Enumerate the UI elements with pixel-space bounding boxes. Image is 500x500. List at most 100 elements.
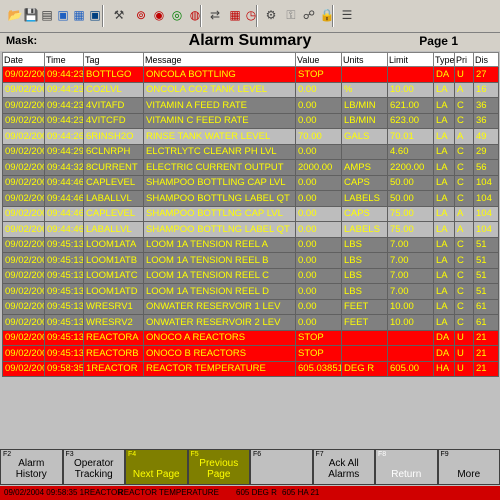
- alarm-row[interactable]: 09/02/200409:45:13REACTORBONOCO B REACTO…: [2, 345, 499, 362]
- alarm-type-cell: LA: [433, 267, 455, 284]
- function-key-number: F3: [65, 451, 74, 458]
- alarm-distribution-cell: 36: [473, 97, 499, 114]
- alarm-message-cell: VITAMIN C FEED RATE: [143, 112, 296, 129]
- alarm-row[interactable]: 09/02/200409:45:13LOOM1ATCLOOM 1A TENSIO…: [2, 267, 499, 284]
- return-button[interactable]: F8 Return: [375, 449, 438, 485]
- alarm-limit-cell: [387, 345, 434, 362]
- alarm-value-cell: 0.00: [295, 267, 342, 284]
- alarm-row[interactable]: 09/02/200409:44:46CAPLEVELSHAMPOO BOTTLN…: [2, 205, 499, 222]
- alarm-history-button[interactable]: F2 Alarm History: [0, 449, 63, 485]
- tools-icon[interactable]: ⚙: [262, 6, 280, 24]
- alarm-row[interactable]: 09/02/200409:44:46CAPLEVELSHAMPOO BOTTLI…: [2, 174, 499, 191]
- alarm-priority-cell: C: [454, 143, 474, 160]
- alarm-tag-cell: 4VITCFD: [83, 112, 144, 129]
- alarm-row[interactable]: 09/02/200409:45:13REACTORAONOCO A REACTO…: [2, 329, 499, 346]
- column-header-pri[interactable]: Pri: [454, 52, 474, 67]
- operator-tracking-button[interactable]: F3 Operator Tracking: [62, 449, 125, 485]
- alarm-tag-cell: LOOM1ATA: [83, 236, 144, 253]
- alarm-value-cell: 0.00: [295, 81, 342, 98]
- more-button[interactable]: F9 More: [437, 449, 500, 485]
- alarm-units-cell: LBS: [341, 267, 388, 284]
- column-header-dis[interactable]: Dis: [473, 52, 499, 67]
- column-header-limit[interactable]: Limit: [387, 52, 434, 67]
- next-page-button[interactable]: F4 Next Page: [125, 449, 188, 485]
- alarm-distribution-cell: 51: [473, 252, 499, 269]
- alarm-row[interactable]: 09/02/200409:44:23BOTTLGOONCOLA BOTTLING…: [2, 66, 499, 83]
- alarm-value-cell: 0.00: [295, 190, 342, 207]
- alarm-type-cell: LA: [433, 298, 455, 315]
- alarm-row[interactable]: 09/02/200409:44:23CO2LVLONCOLA CO2 TANK …: [2, 81, 499, 98]
- function-key-number: F8: [378, 451, 387, 458]
- alarm-message-cell: SHAMPOO BOTTLNG LABEL QT: [143, 190, 296, 207]
- alarm-message-cell: LOOM 1A TENSION REEL B: [143, 252, 296, 269]
- alarm-type-cell: LA: [433, 190, 455, 207]
- alarm-type-cell: DA: [433, 329, 455, 346]
- alarm-row[interactable]: 09/02/200409:44:266RINSH2ORINSE TANK WAT…: [2, 128, 499, 145]
- alarm-limit-cell: 7.00: [387, 236, 434, 253]
- alarm-message-cell: ONOCO B REACTORS: [143, 345, 296, 362]
- alarm-row[interactable]: 09/02/200409:45:13LOOM1ATBLOOM 1A TENSIO…: [2, 252, 499, 269]
- alarm-value-cell: 605.038511: [295, 360, 342, 377]
- ack-all-alarms-button[interactable]: F7 Ack All Alarms: [312, 449, 375, 485]
- alarm-date-cell: 09/02/2004: [2, 329, 45, 346]
- alarm-value-cell: 0.00: [295, 112, 342, 129]
- column-header-time[interactable]: Time: [44, 52, 84, 67]
- alarm-icon[interactable]: ◉: [150, 6, 168, 24]
- flow-icon[interactable]: ⇄: [206, 6, 224, 24]
- alarm-row[interactable]: 09/02/200409:44:234VITCFDVITAMIN C FEED …: [2, 112, 499, 129]
- alarm-limit-cell: [387, 329, 434, 346]
- column-header-units[interactable]: Units: [341, 52, 388, 67]
- alarm-type-cell: LA: [433, 128, 455, 145]
- alarm-priority-cell: C: [454, 283, 474, 300]
- column-header-message[interactable]: Message: [143, 52, 296, 67]
- process-icon[interactable]: ◎: [168, 6, 186, 24]
- alarm-units-cell: LABELS: [341, 190, 388, 207]
- alarm-distribution-cell: 104: [473, 205, 499, 222]
- alarm-priority-cell: C: [454, 112, 474, 129]
- alarm-tag-cell: BOTTLGO: [83, 66, 144, 83]
- alarm-type-cell: LA: [433, 174, 455, 191]
- alarm-time-cell: 09:44:46: [44, 221, 84, 238]
- alarm-value-cell: 0.00: [295, 252, 342, 269]
- column-header-date[interactable]: Date: [2, 52, 45, 67]
- alarm-row[interactable]: 09/02/200409:45:13LOOM1ATALOOM 1A TENSIO…: [2, 236, 499, 253]
- alarm-type-cell: LA: [433, 112, 455, 129]
- alarm-limit-cell: 75.00: [387, 205, 434, 222]
- f6-button[interactable]: F6: [250, 449, 313, 485]
- column-header-tag[interactable]: Tag: [83, 52, 144, 67]
- alarm-time-cell: 09:45:13: [44, 283, 84, 300]
- signal-icon[interactable]: ☍: [300, 6, 318, 24]
- alarm-row[interactable]: 09/02/200409:44:234VITAFDVITAMIN A FEED …: [2, 97, 499, 114]
- alarm-value-cell: 0.00: [295, 236, 342, 253]
- alarm-tag-cell: LABALLVL: [83, 190, 144, 207]
- alarm-units-cell: LBS: [341, 236, 388, 253]
- alarm-row[interactable]: 09/02/200409:45:13WRESRV2ONWATER RESERVO…: [2, 314, 499, 331]
- alarm-distribution-cell: 51: [473, 236, 499, 253]
- column-header-value[interactable]: Value: [295, 52, 342, 67]
- previous-page-button[interactable]: F5 Previous Page: [187, 449, 250, 485]
- alarm-row[interactable]: 09/02/200409:44:328CURRENTELECTRIC CURRE…: [2, 159, 499, 176]
- alarm-row[interactable]: 09/02/200409:44:46LABALLVLSHAMPOO BOTTLN…: [2, 221, 499, 238]
- alarm-row[interactable]: 09/02/200409:44:296CLNRPHELCTRLYTC CLEAN…: [2, 143, 499, 160]
- column-header-type[interactable]: Type: [433, 52, 455, 67]
- alarm-row[interactable]: 09/02/200409:44:46LABALLVLSHAMPOO BOTTLN…: [2, 190, 499, 207]
- alarm-limit-cell: 7.00: [387, 283, 434, 300]
- alarm-limit-cell: 4.60: [387, 143, 434, 160]
- alarm-time-cell: 09:58:35: [44, 360, 84, 377]
- alarm-row[interactable]: 09/02/200409:45:13WRESRV1ONWATER RESERVO…: [2, 298, 499, 315]
- list-icon[interactable]: ☰: [338, 6, 356, 24]
- wrench-icon[interactable]: ⚒: [110, 6, 128, 24]
- alarm-message-cell: LOOM 1A TENSION REEL A: [143, 236, 296, 253]
- alarm-priority-cell: C: [454, 174, 474, 191]
- status-limit: 605 HA 21: [282, 488, 320, 497]
- alarm-units-cell: [341, 345, 388, 362]
- table-header-row: Date Time Tag Message Value Units Limit Type Pri…: [2, 52, 499, 67]
- alarm-row[interactable]: 09/02/200409:58:351REACTORREACTOR TEMPER…: [2, 360, 499, 377]
- alarm-units-cell: CAPS: [341, 205, 388, 222]
- alarm-date-cell: 09/02/2004: [2, 221, 45, 238]
- key-icon[interactable]: ⚿: [282, 6, 300, 24]
- group-icon[interactable]: ⊚: [132, 6, 150, 24]
- alarm-message-cell: SHAMPOO BOTTLNG CAP LVL: [143, 205, 296, 222]
- alarm-row[interactable]: 09/02/200409:45:13LOOM1ATDLOOM 1A TENSIO…: [2, 283, 499, 300]
- alarm-value-cell: 0.00: [295, 314, 342, 331]
